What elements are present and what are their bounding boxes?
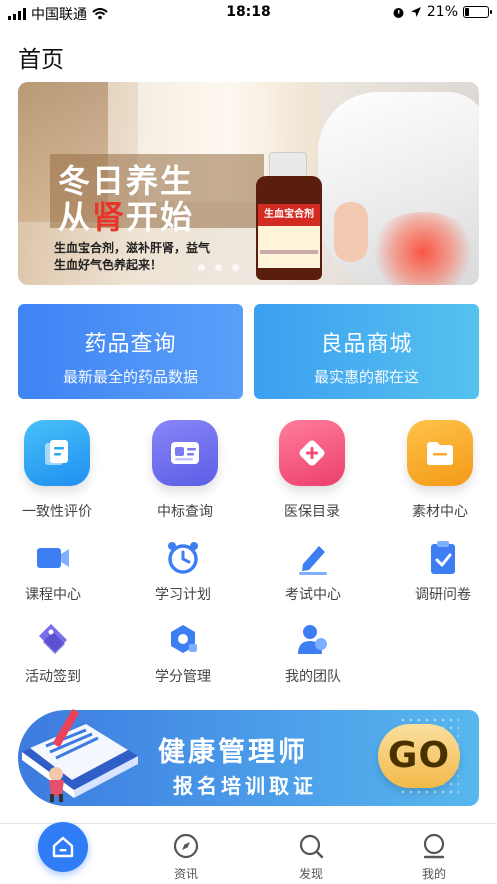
grid-item-my-team[interactable]: 我的团队 bbox=[263, 622, 363, 686]
carousel-dot[interactable] bbox=[215, 264, 222, 271]
status-bar: 中国联通 18:18 21% bbox=[0, 0, 497, 26]
medicine-bottle-image: 生血宝合剂 bbox=[256, 152, 322, 280]
medical-plus-icon bbox=[279, 420, 345, 486]
mall-card[interactable]: 良品商城 最实惠的都在这 bbox=[254, 304, 479, 399]
promo-banner[interactable]: 冬日养生 从肾开始 生血宝合剂，滋补肝肾，益气生血好气色养起来！ 生血宝合剂 bbox=[18, 82, 479, 285]
pencil-icon bbox=[293, 540, 333, 576]
banner-pain-highlight bbox=[368, 212, 478, 285]
drug-search-card[interactable]: 药品查询 最新最全的药品数据 bbox=[18, 304, 243, 399]
alarm-icon bbox=[393, 7, 404, 18]
tab-mine[interactable]: 我的 bbox=[394, 832, 474, 882]
id-card-icon bbox=[152, 420, 218, 486]
tab-label: 资讯 bbox=[173, 867, 198, 881]
tab-label: 我的 bbox=[421, 867, 446, 881]
user-icon bbox=[420, 832, 448, 860]
document-icon bbox=[24, 420, 90, 486]
banner-headline-2: 从肾开始 bbox=[58, 198, 195, 236]
tab-home[interactable] bbox=[38, 822, 88, 872]
grid-item-label: 学分管理 bbox=[155, 669, 211, 685]
grid-item-label: 课程中心 bbox=[25, 587, 81, 603]
grid-item-label: 中标查询 bbox=[157, 504, 213, 520]
hexagon-icon bbox=[163, 622, 203, 658]
grid-item-survey[interactable]: 调研问卷 bbox=[393, 540, 493, 604]
carousel-indicator[interactable] bbox=[198, 264, 239, 271]
carousel-dot[interactable] bbox=[232, 264, 239, 271]
clipboard-check-icon bbox=[423, 540, 463, 576]
banner-description: 生血宝合剂，滋补肝肾，益气生血好气色养起来！ bbox=[54, 241, 211, 272]
card-title: 良品商城 bbox=[320, 332, 413, 357]
location-arrow-icon bbox=[410, 7, 421, 17]
tab-news[interactable]: 资讯 bbox=[146, 832, 226, 882]
battery-percent: 21% bbox=[426, 4, 458, 20]
card-title: 药品查询 bbox=[84, 332, 177, 357]
grid-item-credit-management[interactable]: 学分管理 bbox=[133, 622, 233, 686]
grid-item-event-checkin[interactable]: 活动签到 bbox=[3, 622, 103, 686]
page-title: 首页 bbox=[18, 47, 64, 73]
grid-item-exam-center[interactable]: 考试中心 bbox=[263, 540, 363, 604]
ad-title: 健康管理师 bbox=[158, 737, 308, 768]
card-subtitle: 最实惠的都在这 bbox=[313, 368, 419, 386]
search-icon bbox=[297, 832, 325, 860]
battery-icon bbox=[463, 6, 492, 18]
folder-icon bbox=[407, 420, 473, 486]
banner-hand-image bbox=[334, 202, 368, 262]
carousel-dot[interactable] bbox=[198, 264, 205, 271]
book-illustration bbox=[22, 709, 138, 802]
grid-item-consistency-evaluation[interactable]: 一致性评价 bbox=[7, 420, 107, 521]
home-icon bbox=[52, 836, 74, 858]
ad-subtitle: 报名培训取证 bbox=[173, 774, 317, 798]
health-manager-ad[interactable]: 健康管理师 报名培训取证 GO bbox=[18, 709, 479, 806]
tab-label: 发现 bbox=[298, 867, 323, 881]
grid-item-materials-center[interactable]: 素材中心 bbox=[390, 420, 490, 521]
compass-icon bbox=[172, 832, 200, 860]
grid-item-label: 活动签到 bbox=[25, 669, 81, 685]
team-icon bbox=[293, 622, 333, 658]
card-subtitle: 最新最全的药品数据 bbox=[62, 368, 198, 386]
grid-item-label: 调研问卷 bbox=[415, 587, 471, 603]
tag-icon bbox=[33, 622, 73, 658]
grid-item-course-center[interactable]: 课程中心 bbox=[3, 540, 103, 604]
grid-item-insurance-catalog[interactable]: 医保目录 bbox=[262, 420, 362, 521]
bottle-label-text: 生血宝合剂 bbox=[258, 204, 320, 226]
grid-item-label: 素材中心 bbox=[412, 504, 468, 520]
grid-item-label: 医保目录 bbox=[284, 504, 340, 520]
tab-discover[interactable]: 发现 bbox=[271, 832, 351, 882]
grid-item-label: 考试中心 bbox=[285, 587, 341, 603]
grid-item-label: 一致性评价 bbox=[22, 504, 92, 520]
grid-item-label: 我的团队 bbox=[285, 669, 341, 685]
grid-item-bid-search[interactable]: 中标查询 bbox=[135, 420, 235, 521]
grid-item-label: 学习计划 bbox=[155, 587, 211, 603]
go-button[interactable]: GO bbox=[378, 724, 460, 788]
alarm-clock-icon bbox=[163, 540, 203, 576]
grid-item-study-plan[interactable]: 学习计划 bbox=[133, 540, 233, 604]
video-camera-icon bbox=[33, 540, 73, 576]
bottom-tab-bar: 资讯 发现 我的 bbox=[0, 822, 497, 884]
